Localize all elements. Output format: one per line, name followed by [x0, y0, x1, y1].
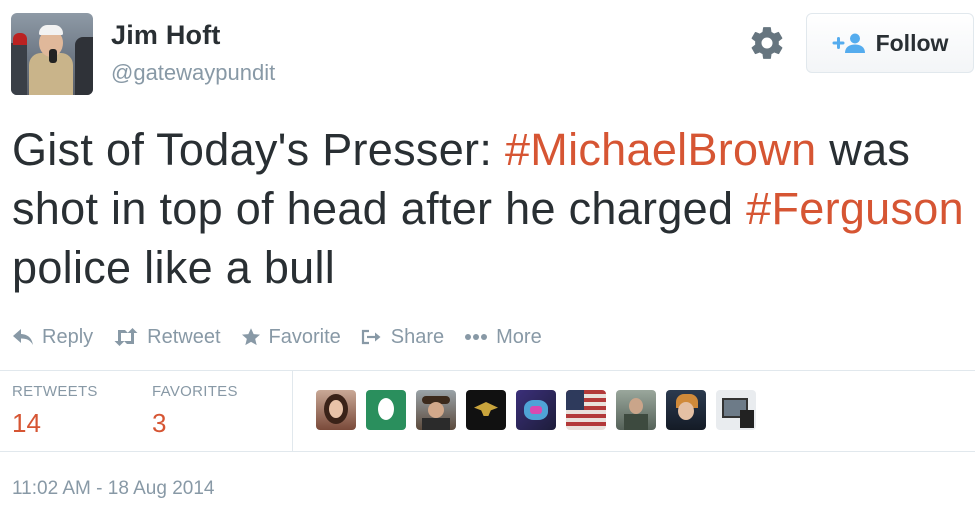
tweet-text-segment: police like a bull: [12, 242, 336, 293]
follow-button-label: Follow: [875, 29, 949, 56]
user-avatar[interactable]: [11, 13, 93, 95]
engager-avatar[interactable]: [416, 390, 456, 430]
retweets-stat[interactable]: RETWEETS 14: [12, 383, 98, 439]
more-dots-icon: [465, 334, 488, 340]
reply-icon: [13, 329, 33, 345]
retweet-icon: [114, 328, 138, 346]
engager-avatar[interactable]: [366, 390, 406, 430]
hashtag-link[interactable]: #Ferguson: [746, 183, 964, 234]
favorites-stat-label: FAVORITES: [152, 383, 238, 400]
avatar-bg-person: [11, 43, 27, 95]
favorites-count: 3: [152, 408, 167, 438]
favorite-label: Favorite: [268, 325, 341, 348]
engager-avatar[interactable]: [566, 390, 606, 430]
more-label: More: [496, 325, 542, 348]
stats-divider-top: [0, 370, 975, 371]
share-action[interactable]: Share: [361, 326, 444, 349]
tweet-text-segment: Gist of Today's Presser:: [12, 124, 505, 175]
engager-avatar[interactable]: [666, 390, 706, 430]
star-icon: [241, 328, 260, 346]
share-icon: [361, 329, 381, 345]
engager-avatar[interactable]: [466, 390, 506, 430]
engager-avatar[interactable]: [616, 390, 656, 430]
more-action[interactable]: More: [464, 326, 542, 349]
tweet-timestamp[interactable]: 11:02 AM - 18 Aug 2014: [12, 478, 214, 500]
retweets-stat-label: RETWEETS: [12, 383, 98, 400]
favorite-action[interactable]: Favorite: [241, 326, 341, 349]
avatar-bg-person-right: [75, 37, 93, 95]
retweet-action[interactable]: Retweet: [113, 325, 221, 349]
stats-divider-vertical: [292, 371, 293, 451]
share-label: Share: [390, 325, 445, 348]
engager-avatar[interactable]: [716, 390, 756, 430]
retweets-count: 14: [12, 408, 41, 438]
gear-icon[interactable]: [748, 24, 786, 62]
reply-action[interactable]: Reply: [12, 326, 93, 349]
retweet-label: Retweet: [147, 325, 221, 348]
favorites-stat[interactable]: FAVORITES 3: [152, 383, 238, 439]
engager-avatar[interactable]: [316, 390, 356, 430]
tweet-card: Jim Hoft @gatewaypundit Follow Gist of T…: [0, 0, 980, 522]
stats-divider-bottom: [0, 451, 975, 452]
avatar-bg-hat: [13, 33, 27, 45]
user-display-name[interactable]: Jim Hoft: [111, 20, 221, 51]
follow-button[interactable]: Follow: [806, 13, 974, 73]
engager-avatars: [316, 390, 766, 430]
add-user-icon: [832, 33, 865, 53]
tweet-actions: Reply Retweet Favorite Share More: [12, 322, 562, 352]
tweet-text: Gist of Today's Presser: #MichaelBrown w…: [12, 120, 972, 297]
engager-avatar[interactable]: [516, 390, 556, 430]
hashtag-link[interactable]: #MichaelBrown: [505, 124, 817, 175]
avatar-microphone: [49, 49, 57, 63]
avatar-figure-hair: [39, 25, 63, 35]
user-handle[interactable]: @gatewaypundit: [111, 60, 275, 86]
reply-label: Reply: [42, 325, 94, 348]
